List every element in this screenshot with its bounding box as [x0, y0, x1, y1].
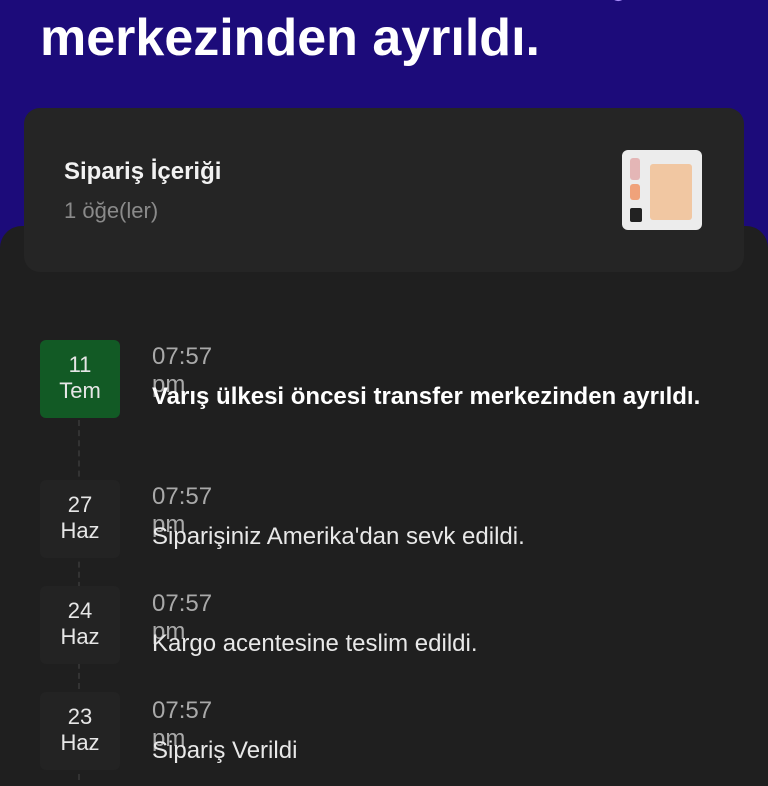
timeline-date-badge: 11 Tem	[40, 340, 120, 418]
date-month: Haz	[60, 624, 100, 649]
order-contents-card[interactable]: Sipariş İçeriği 1 öğe(ler)	[24, 108, 744, 272]
timeline-date-badge: 27 Haz	[40, 480, 120, 558]
event-description: Varış ülkesi öncesi transfer merkezinden…	[152, 383, 701, 410]
date-day: 27	[67, 492, 93, 517]
date-month: Tem	[59, 378, 101, 403]
thumbnail-pump-shape	[630, 208, 642, 222]
date-day: 24	[67, 598, 93, 623]
timeline-date-badge: 23 Haz	[40, 692, 120, 770]
event-description: Siparişiniz Amerika'dan sevk edildi.	[152, 523, 525, 550]
page-title: merkezinden ayrıldı.	[40, 9, 540, 67]
timeline-date-badge: 24 Haz	[40, 586, 120, 664]
date-day: 11	[68, 352, 92, 377]
event-description: Kargo acentesine teslim edildi.	[152, 630, 478, 657]
product-thumbnail-icon[interactable]	[622, 150, 702, 230]
date-month: Haz	[60, 518, 100, 543]
thumbnail-bottle-shape	[630, 158, 640, 180]
order-contents-count: 1 öğe(ler)	[64, 198, 159, 223]
date-month: Haz	[60, 730, 100, 755]
thumbnail-tube-shape	[630, 184, 640, 200]
order-contents-title: Sipariş İçeriği	[64, 158, 222, 185]
thumbnail-box-shape	[650, 164, 692, 220]
date-day: 23	[67, 704, 93, 729]
decorative-stroke-icon	[607, 0, 688, 5]
event-description: Sipariş Verildi	[152, 737, 298, 764]
